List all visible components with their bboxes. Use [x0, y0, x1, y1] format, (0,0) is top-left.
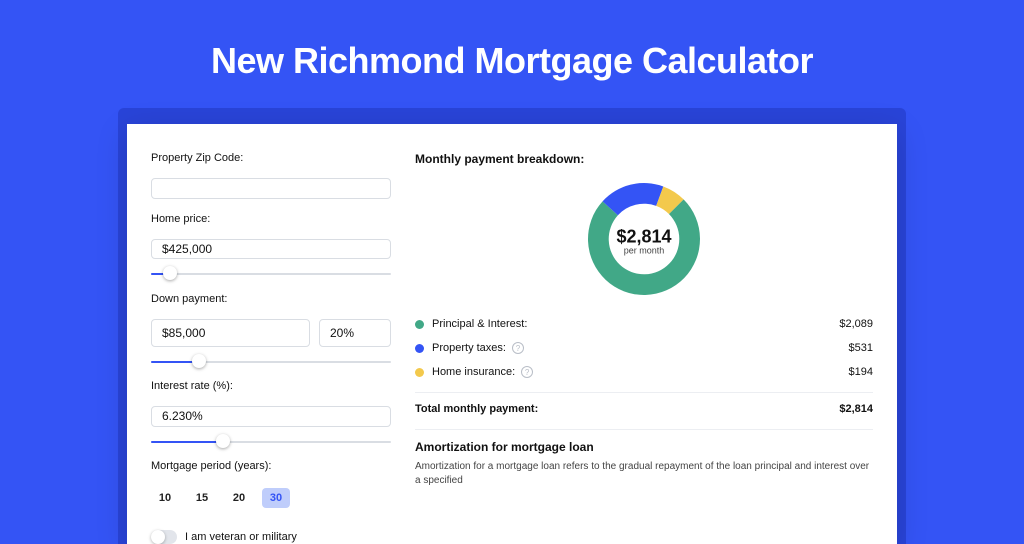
veteran-toggle[interactable]: [151, 530, 177, 544]
breakdown-legend: Principal & Interest: $2,089 Property taxe…: [415, 318, 873, 415]
inputs-column: Property Zip Code: Home price: Down paym…: [151, 152, 391, 544]
donut-center-value: $2,814: [616, 227, 671, 248]
down-label: Down payment:: [151, 293, 391, 305]
down-amount-input[interactable]: [151, 319, 310, 347]
rate-label: Interest rate (%):: [151, 380, 391, 392]
legend-label: Principal & Interest:: [432, 318, 527, 330]
amortization-section: Amortization for mortgage loan Amortizat…: [415, 429, 873, 488]
rate-slider-thumb[interactable]: [216, 434, 230, 448]
period-option-30[interactable]: 30: [262, 488, 290, 508]
price-label: Home price:: [151, 213, 391, 225]
legend-total-row: Total monthly payment: $2,814: [415, 392, 873, 415]
amortization-body: Amortization for a mortgage loan refers …: [415, 460, 873, 488]
price-slider-thumb[interactable]: [163, 266, 177, 280]
period-option-10[interactable]: 10: [151, 488, 179, 508]
calculator-card: Property Zip Code: Home price: Down paym…: [127, 124, 897, 544]
legend-label: Property taxes:: [432, 342, 506, 354]
donut-center-sub: per month: [616, 246, 671, 256]
price-input[interactable]: [151, 239, 391, 260]
legend-dot: [415, 344, 424, 353]
price-slider[interactable]: [151, 267, 391, 278]
zip-input[interactable]: [151, 178, 391, 199]
period-label: Mortgage period (years):: [151, 460, 391, 472]
rate-slider[interactable]: [151, 435, 391, 446]
legend-dot: [415, 320, 424, 329]
legend-total-label: Total monthly payment:: [415, 403, 538, 415]
legend-row: Home insurance:? $194: [415, 366, 873, 378]
period-option-20[interactable]: 20: [225, 488, 253, 508]
period-option-15[interactable]: 15: [188, 488, 216, 508]
period-options: 10 15 20 30: [151, 488, 391, 508]
veteran-label: I am veteran or military: [185, 531, 297, 543]
breakdown-heading: Monthly payment breakdown:: [415, 152, 873, 166]
widget-frame: Property Zip Code: Home price: Down paym…: [118, 108, 906, 544]
legend-value: $194: [849, 366, 873, 378]
info-icon[interactable]: ?: [512, 342, 524, 354]
legend-row: Property taxes:? $531: [415, 342, 873, 354]
legend-total-value: $2,814: [839, 403, 873, 415]
down-slider-thumb[interactable]: [192, 354, 206, 368]
down-slider[interactable]: [151, 355, 391, 366]
donut-chart-area: $2,814 per month: [415, 172, 873, 310]
amortization-heading: Amortization for mortgage loan: [415, 440, 873, 454]
legend-label: Home insurance:: [432, 366, 515, 378]
legend-row: Principal & Interest: $2,089: [415, 318, 873, 330]
breakdown-column: Monthly payment breakdown: $2,814 per mo…: [415, 152, 873, 544]
rate-input[interactable]: [151, 406, 391, 427]
zip-label: Property Zip Code:: [151, 152, 391, 164]
legend-value: $531: [849, 342, 873, 354]
page-title: New Richmond Mortgage Calculator: [211, 0, 813, 108]
legend-dot: [415, 368, 424, 377]
down-percent-input[interactable]: [319, 319, 391, 347]
info-icon[interactable]: ?: [521, 366, 533, 378]
legend-value: $2,089: [839, 318, 873, 330]
